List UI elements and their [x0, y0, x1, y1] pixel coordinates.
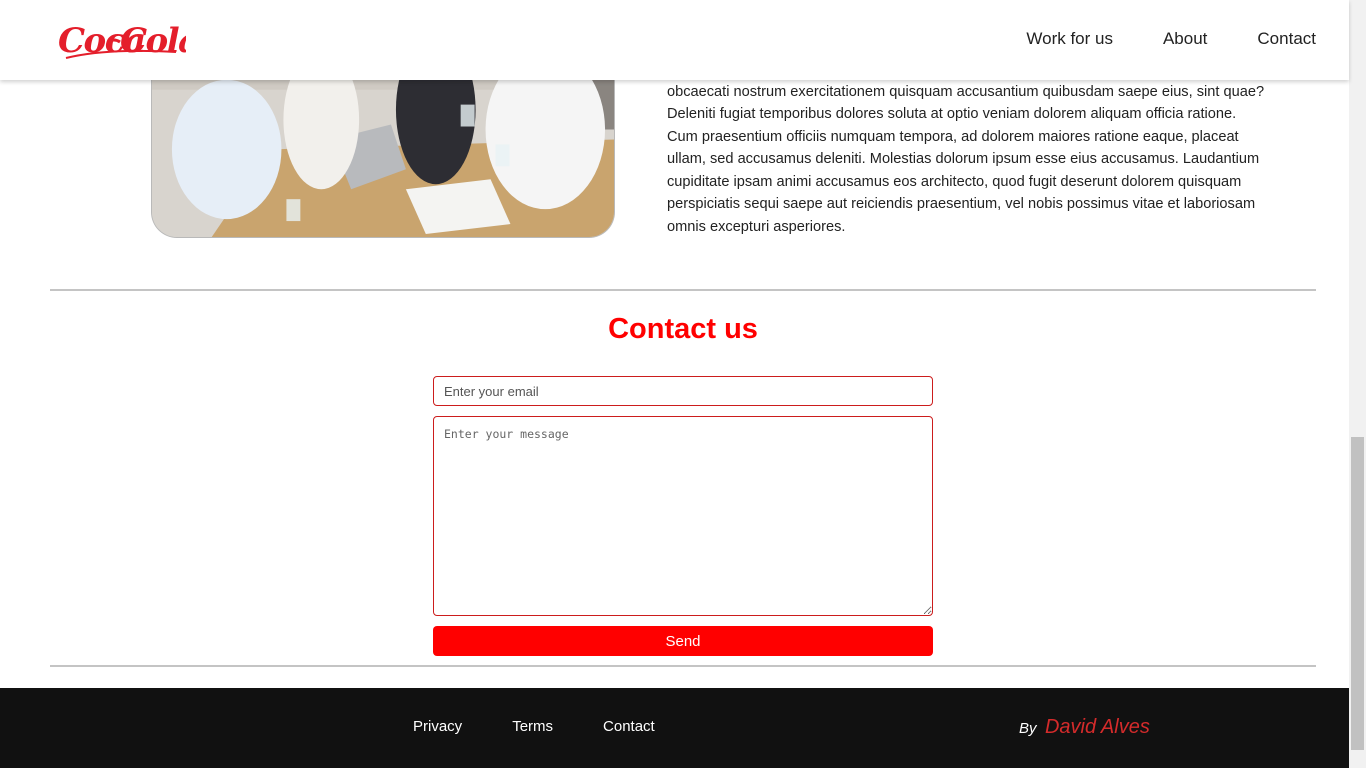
- scrollbar-thumb[interactable]: [1351, 437, 1364, 750]
- footer-link-privacy[interactable]: Privacy: [413, 718, 462, 735]
- about-paragraph: obcaecati nostrum exercitationem quisqua…: [667, 83, 1265, 235]
- svg-text:Cola: Cola: [120, 21, 186, 61]
- page-scrollbar[interactable]: [1349, 0, 1366, 768]
- footer-nav: Privacy Terms Contact: [413, 718, 655, 735]
- nav-contact[interactable]: Contact: [1257, 29, 1316, 49]
- site-footer: Privacy Terms Contact By David Alves: [0, 688, 1349, 768]
- contact-title: Contact us: [608, 313, 758, 345]
- credit-author-name[interactable]: David Alves: [1045, 716, 1150, 738]
- send-button[interactable]: Send: [433, 626, 933, 656]
- nav-about[interactable]: About: [1163, 29, 1207, 49]
- site-header: Coca Cola Work for us About Contact: [0, 0, 1349, 80]
- credit-by-label: By: [1019, 720, 1037, 737]
- footer-link-terms[interactable]: Terms: [512, 718, 553, 735]
- section-divider: [50, 289, 1316, 291]
- nav-work-for-us[interactable]: Work for us: [1026, 29, 1113, 49]
- main-nav: Work for us About Contact: [1026, 29, 1316, 49]
- email-field[interactable]: [433, 376, 933, 406]
- author-credit: By David Alves: [1019, 716, 1150, 739]
- message-field[interactable]: [433, 416, 933, 616]
- coca-cola-logo[interactable]: Coca Cola: [56, 14, 186, 66]
- footer-link-contact[interactable]: Contact: [603, 718, 655, 735]
- footer-divider: [50, 665, 1316, 667]
